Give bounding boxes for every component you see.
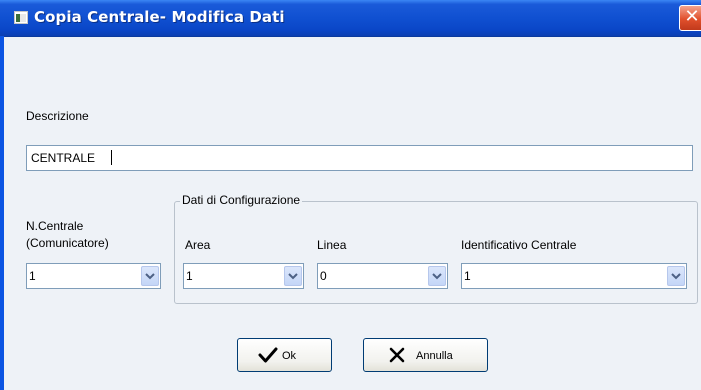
chevron-down-icon[interactable]	[141, 266, 159, 286]
comunicatore-label: (Comunicatore)	[26, 236, 109, 250]
identificativo-value: 1	[464, 269, 471, 283]
checkmark-icon	[258, 347, 278, 363]
area-value: 1	[186, 269, 193, 283]
app-window-icon	[14, 11, 28, 24]
ok-label: Ok	[282, 350, 297, 362]
identificativo-select[interactable]: 1	[461, 263, 687, 289]
linea-select[interactable]: 0	[317, 263, 448, 289]
dialog-window: Copia Centrale- Modifica Dati ✕ Descrizi…	[0, 0, 701, 390]
n-centrale-label: N.Centrale	[26, 219, 84, 233]
annulla-button[interactable]: Annulla	[363, 338, 488, 372]
n-centrale-value: 1	[29, 269, 36, 283]
title-bar[interactable]: Copia Centrale- Modifica Dati ✕	[0, 0, 701, 37]
ok-button[interactable]: Ok	[237, 338, 332, 372]
linea-label: Linea	[317, 238, 347, 252]
descrizione-input[interactable]	[26, 145, 693, 171]
annulla-label: Annulla	[416, 350, 453, 362]
text-caret	[111, 150, 112, 165]
descrizione-label: Descrizione	[26, 109, 89, 123]
close-icon: ✕	[684, 6, 700, 27]
chevron-down-icon[interactable]	[428, 266, 446, 286]
x-icon	[389, 347, 405, 363]
area-select[interactable]: 1	[183, 263, 304, 289]
chevron-down-icon[interactable]	[667, 266, 685, 286]
window-title: Copia Centrale- Modifica Dati	[34, 8, 285, 26]
area-label: Area	[185, 238, 211, 252]
linea-value: 0	[320, 269, 327, 283]
identificativo-label: Identificativo Centrale	[461, 238, 577, 252]
close-button[interactable]: ✕	[679, 5, 701, 31]
chevron-down-icon[interactable]	[284, 266, 302, 286]
window-frame	[0, 36, 4, 390]
config-group-title: Dati di Configurazione	[180, 193, 303, 207]
n-centrale-select[interactable]: 1	[26, 263, 161, 289]
